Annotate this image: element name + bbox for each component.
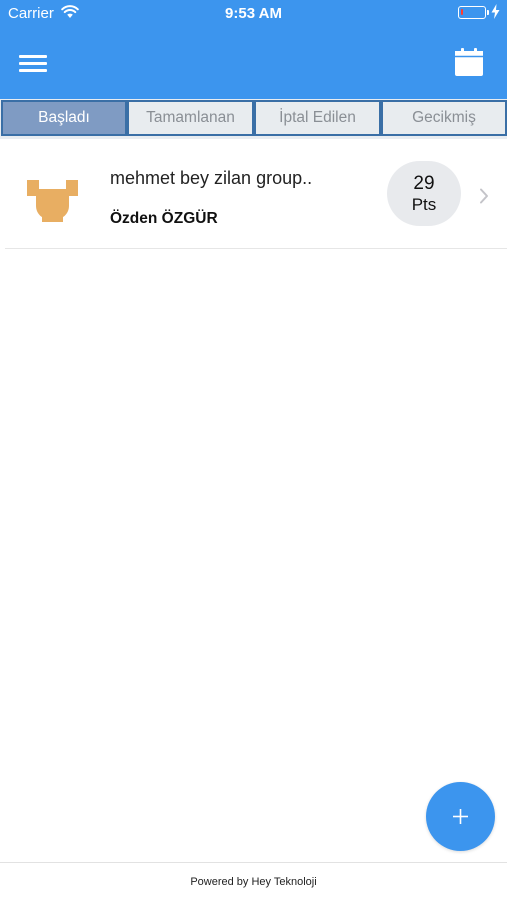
points-badge: 29 Pts	[387, 161, 461, 226]
company-logo-icon	[27, 180, 78, 222]
calendar-icon[interactable]	[455, 48, 483, 76]
tab-tamamlanan[interactable]: Tamamlanan	[127, 100, 254, 136]
battery-tip	[487, 10, 489, 15]
charging-bolt-icon	[491, 4, 500, 19]
list-item-title: mehmet bey zilan group..	[110, 168, 313, 188]
menu-button[interactable]	[19, 53, 49, 75]
tab-basladi[interactable]: Başladı	[1, 100, 127, 136]
app-header: Carrier 9:53 AM	[0, 0, 507, 99]
status-time: 9:53 AM	[225, 5, 282, 22]
plus-icon	[453, 809, 468, 824]
battery-level	[461, 9, 463, 15]
status-bar: Carrier 9:53 AM	[0, 0, 507, 28]
hamburger-menu-icon	[19, 55, 47, 58]
tab-iptal-edilen[interactable]: İptal Edilen	[254, 100, 381, 136]
points-label: Pts	[411, 195, 437, 214]
battery-icon	[458, 6, 486, 19]
list-item-subtitle: Özden ÖZGÜR	[110, 210, 218, 227]
list-item[interactable]: mehmet bey zilan group.. Özden ÖZGÜR 29 …	[5, 141, 507, 249]
hamburger-line	[19, 62, 47, 65]
hamburger-line	[19, 69, 47, 72]
chevron-right-icon	[480, 188, 488, 204]
tab-gecikmis[interactable]: Gecikmiş	[381, 100, 507, 136]
footer: Powered by Hey Teknoloji	[0, 862, 507, 901]
add-button[interactable]	[426, 782, 495, 851]
points-value: 29	[413, 173, 435, 194]
powered-by-text: Powered by Hey Teknoloji	[190, 876, 317, 888]
status-tabs: Başladı Tamamlanan İptal Edilen Gecikmiş	[0, 99, 507, 139]
